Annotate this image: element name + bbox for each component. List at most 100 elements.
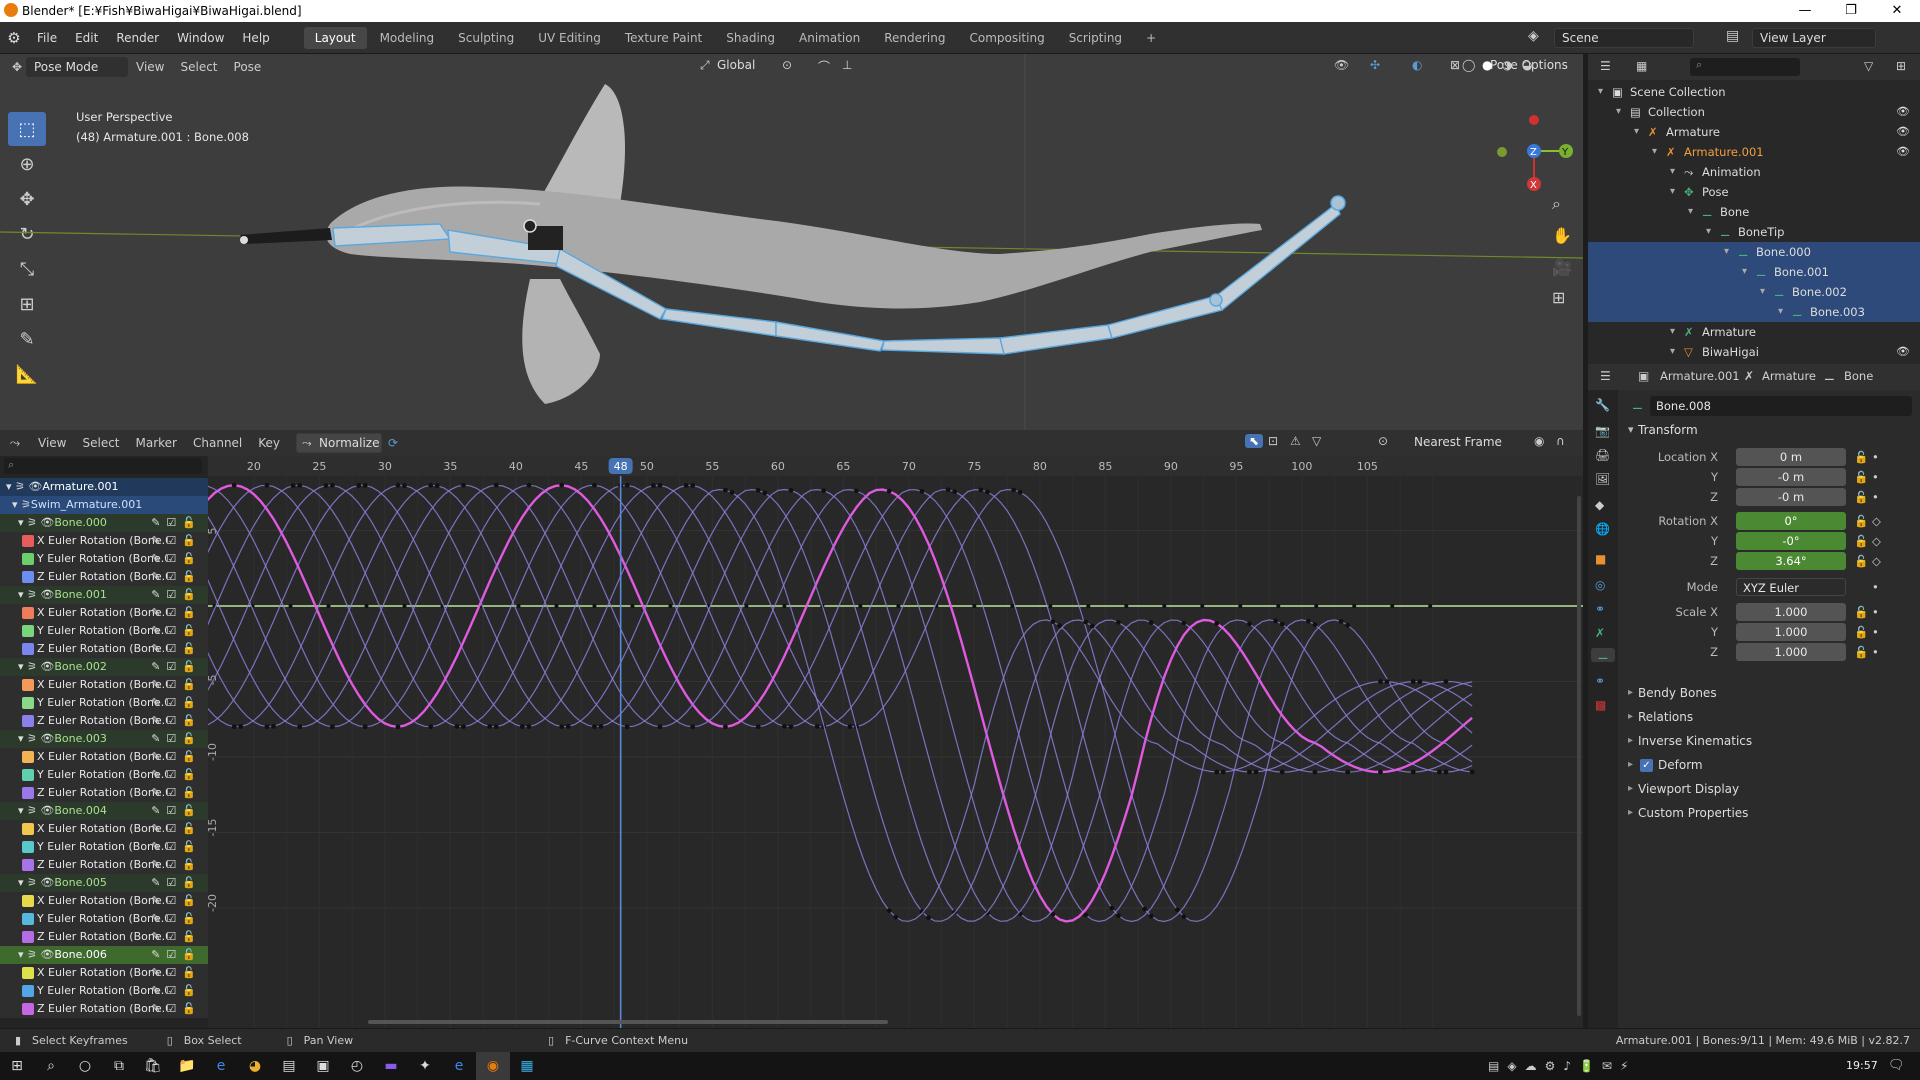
expand-arrow-icon[interactable]: ▾ [1652,142,1657,162]
editor-type-icon[interactable]: ⤳ [0,436,30,451]
keyframe-dot-icon[interactable]: • [1872,602,1879,622]
channel-toggle-icons[interactable]: ✎☑🔓 [151,658,202,676]
outliner-item[interactable]: ▾ ▽ BiwaHigai 👁 [1588,342,1920,362]
world-tab-icon[interactable]: 🌐 [1595,522,1610,536]
outliner-item[interactable]: ▾ ▤ Collection 👁 [1588,102,1920,122]
outliner-item[interactable]: ▾ ⚊ Bone.003 [1588,302,1920,322]
armature-data-tab-icon[interactable]: ✗ [1595,626,1605,640]
lock-icon[interactable]: 🔓 [1854,447,1868,467]
expand-arrow-icon[interactable]: ▾ [1670,162,1675,182]
app-icon-6[interactable]: ▦ [510,1052,544,1080]
outliner-search-input[interactable]: ⌕ [1690,58,1800,76]
tab-uv-editing[interactable]: UV Editing [527,27,612,49]
visibility-eye-icon[interactable]: 👁 [1896,342,1910,362]
channel-bone-group[interactable]: ▾ ⚞ 👁 Bone.005 ✎☑🔓 [0,874,208,892]
channel-toggle-icons[interactable]: ✎☑🔓 [151,568,202,586]
outliner-type-icon[interactable]: ☰ [1600,59,1611,73]
channel-toggle-icons[interactable]: ✎☑🔓 [151,892,202,910]
keyframe-dot-icon[interactable]: • [1872,577,1879,597]
view-layer-field[interactable]: View Layer [1752,28,1876,48]
channel-toggle-icons[interactable]: ✎☑🔓 [151,820,202,838]
scale-z-field[interactable]: 1.000 [1736,643,1846,661]
scale-y-field[interactable]: 1.000 [1736,623,1846,641]
expand-arrow-icon[interactable]: ▾ [1688,202,1693,222]
graph-menu-marker[interactable]: Marker [128,430,185,456]
scene-tab-icon[interactable]: ◆ [1595,498,1604,512]
tab-compositing[interactable]: Compositing [958,27,1055,49]
system-tray-icons[interactable]: ▤◈☁⚙♪🔋✉⚡ [1488,1059,1636,1073]
display-mode-icon[interactable]: ▦ [1636,59,1647,73]
graph-menu-view[interactable]: View [30,430,74,456]
output-tab-icon[interactable]: 🖨 [1595,448,1610,462]
channel-object[interactable]: ▾ ⚞ 👁 Armature.001 [0,478,208,496]
tab-rendering[interactable]: Rendering [873,27,956,49]
channel-action[interactable]: ▾ ⚞ Swim_Armature.001 [0,496,208,514]
outliner-item[interactable]: ▾ ✗ Armature.001 👁 [1588,142,1920,162]
expand-arrow-icon[interactable]: ▾ [1634,122,1639,142]
outliner-item[interactable]: ▾ ⚊ Bone.000 [1588,242,1920,262]
channel-toggle-icons[interactable]: ✎☑🔓 [151,712,202,730]
channel-fcurve[interactable]: X Euler Rotation (Bone.000)✎☑🔓 [0,532,208,550]
expand-arrow-icon[interactable]: ▾ [1760,282,1765,302]
expand-icon[interactable]: ▾ ⚞ 👁 [18,514,54,532]
physics-tab-icon[interactable]: ◎ [1595,578,1605,592]
keyframe-diamond-icon[interactable]: ◇ [1872,511,1881,531]
edge-icon[interactable]: e [204,1052,238,1080]
channel-fcurve[interactable]: Y Euler Rotation (Bone.006)✎☑🔓 [0,982,208,1000]
tab-sculpting[interactable]: Sculpting [447,27,525,49]
render-tab-icon[interactable]: 📷 [1595,424,1610,438]
pan-hand-icon[interactable]: ✋ [1552,226,1572,245]
expand-arrow-icon[interactable]: ▾ [1598,82,1603,102]
proportional-edit-icon[interactable]: ◉ [1534,434,1544,448]
expand-arrow-icon[interactable]: ▾ [1670,342,1675,362]
channel-toggle-icons[interactable]: ✎☑🔓 [151,838,202,856]
graph-plot[interactable]: 202530354045505560657075808590951001055-… [208,456,1583,1028]
breadcrumb-bone[interactable]: Bone [1844,369,1873,383]
add-workspace-button[interactable]: + [1135,27,1167,49]
keyframe-diamond-icon[interactable]: ◇ [1872,551,1881,571]
channel-toggle-icons[interactable]: ✎☑🔓 [151,730,202,748]
outliner-filter-icon[interactable]: ▽ [1864,59,1873,73]
outliner-item[interactable]: ▾ ▣ Scene Collection [1588,82,1920,102]
breadcrumb-object[interactable]: Armature.001 [1660,369,1740,383]
lock-icon[interactable]: 🔓 [1854,531,1868,551]
channel-bone-group[interactable]: ▾ ⚞ 👁 Bone.004 ✎☑🔓 [0,802,208,820]
expand-icon[interactable]: ▾ ⚞ 👁 [6,478,42,496]
rotation-z-field[interactable]: 3.64° [1736,552,1846,570]
menu-help[interactable]: Help [233,22,278,54]
properties-type-icon[interactable]: ☰ [1600,369,1611,383]
lock-icon[interactable]: 🔓 [1854,642,1868,662]
visibility-eye-icon[interactable]: 👁 [1896,102,1910,122]
transform-panel-title[interactable]: Transform [1638,423,1698,437]
visibility-eye-icon[interactable]: 👁 [1896,142,1910,162]
expand-icon[interactable]: ▾ ⚞ 👁 [18,874,54,892]
view-layer-tab-icon[interactable]: 🖼 [1595,472,1610,486]
app-icon-1[interactable]: ▤ [272,1052,306,1080]
outliner-item[interactable]: ▾ ✗ Armature [1588,322,1920,342]
location-x-field[interactable]: 0 m [1736,448,1846,466]
channel-toggle-icons[interactable]: ✎☑🔓 [151,586,202,604]
location-z-field[interactable]: -0 m [1736,488,1846,506]
channel-toggle-icons[interactable]: ✎☑🔓 [151,694,202,712]
channel-fcurve[interactable]: X Euler Rotation (Bone.004)✎☑🔓 [0,820,208,838]
cortana-icon[interactable]: ○ [68,1052,102,1080]
lock-icon[interactable]: 🔓 [1854,622,1868,642]
expand-icon[interactable]: ▾ ⚞ 👁 [18,658,54,676]
channel-fcurve[interactable]: X Euler Rotation (Bone.003)✎☑🔓 [0,748,208,766]
tab-shading[interactable]: Shading [715,27,786,49]
rotation-mode-dropdown[interactable]: XYZ Euler [1736,578,1846,596]
outliner-item[interactable]: ▾ ⚊ Bone.002 [1588,282,1920,302]
bone-name-field[interactable]: Bone.008 [1650,396,1912,416]
zoom-icon[interactable]: ⌕ [1552,194,1561,214]
only-selected-icon[interactable]: ⬉ [1245,434,1263,448]
ortho-grid-icon[interactable]: ⊞ [1552,288,1565,307]
normalize-toggle[interactable]: ⤳ Normalize [296,433,383,453]
channel-fcurve[interactable]: Z Euler Rotation (Bone.006)✎☑🔓 [0,1000,208,1018]
channel-bone-group[interactable]: ▾ ⚞ 👁 Bone.002 ✎☑🔓 [0,658,208,676]
channel-fcurve[interactable]: Z Euler Rotation (Bone.002)✎☑🔓 [0,712,208,730]
channel-fcurve[interactable]: Y Euler Rotation (Bone.005)✎☑🔓 [0,910,208,928]
expand-arrow-icon[interactable]: ▾ [1724,242,1729,262]
channel-fcurve[interactable]: Y Euler Rotation (Bone.004)✎☑🔓 [0,838,208,856]
channel-fcurve[interactable]: X Euler Rotation (Bone.005)✎☑🔓 [0,892,208,910]
graph-editor[interactable]: ⤳ View Select Marker Channel Key ⤳ Normal… [0,430,1583,1028]
